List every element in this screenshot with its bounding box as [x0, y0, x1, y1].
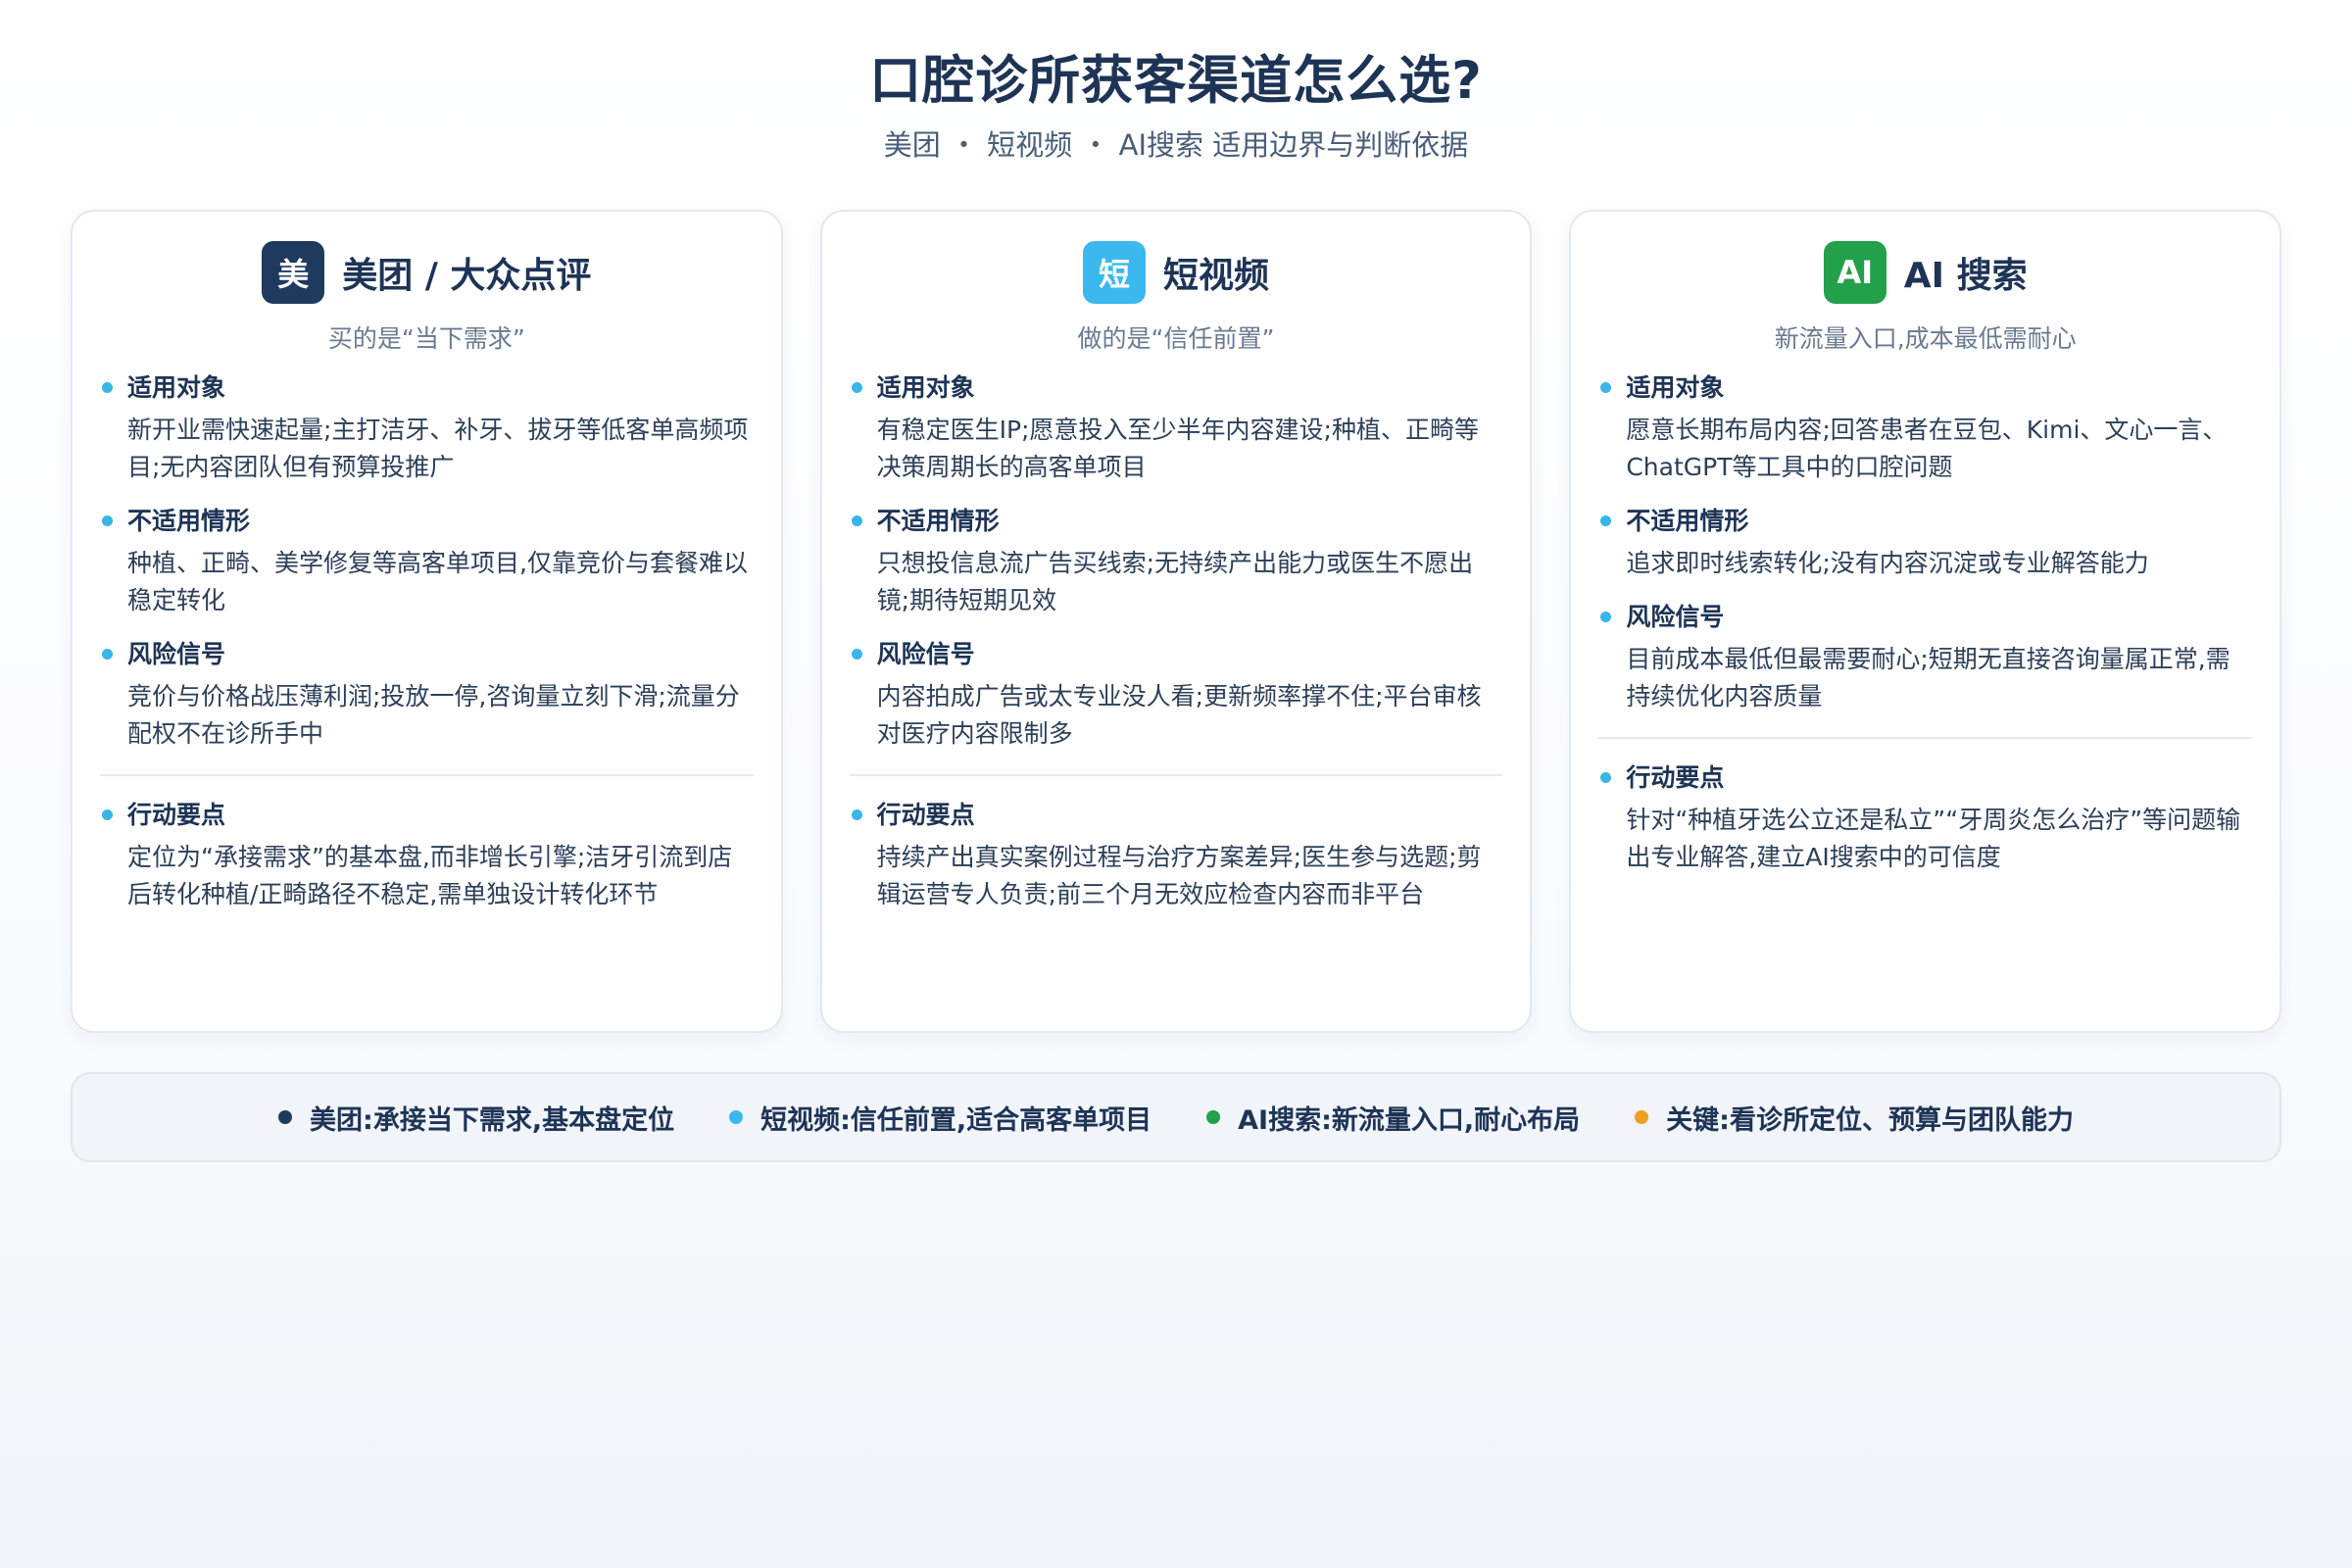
- section-title: 行动要点: [127, 801, 226, 829]
- section-text: 只想投信息流广告买线索;无持续产出能力或医生不愿出镜;期待短期见效: [876, 549, 1474, 614]
- card-subtitle: 做的是“信任前置”: [1077, 324, 1275, 353]
- bullet-icon: [851, 515, 862, 526]
- bullet-icon: [102, 515, 113, 526]
- page-title: 口腔诊所获客渠道怎么选?: [869, 51, 1483, 111]
- section-applicable: 适用对象 新开业需快速起量;主打洁牙、补牙、拔牙等低客单高频项目;无内容团队但有…: [100, 370, 754, 486]
- legend-dot-icon: [278, 1110, 293, 1124]
- section-applicable: 适用对象 有稳定医生IP;愿意投入至少半年内容建设;种植、正畸等决策周期长的高客…: [850, 370, 1503, 486]
- section-text: 竞价与价格战压薄利润;投放一停,咨询量立刻下滑;流量分配权不在诊所手中: [127, 682, 740, 748]
- legend-dot-icon: [1206, 1110, 1221, 1124]
- card-header: AI AI 搜索: [1598, 241, 2252, 304]
- legend-dot-icon: [1635, 1110, 1649, 1124]
- header: 口腔诊所获客渠道怎么选? 美团 ・ 短视频 ・ AI搜索 适用边界与判断依据: [0, 0, 2352, 165]
- bullet-icon: [1600, 382, 1612, 393]
- divider: [100, 774, 754, 776]
- bullet-icon: [851, 809, 862, 820]
- section-action: 行动要点 定位为“承接需求”的基本盘,而非增长引擎;洁牙引流到店后转化种植/正畸…: [100, 798, 754, 913]
- legend-item-meituan: 美团:承接当下需求,基本盘定位: [278, 1099, 674, 1137]
- channel-cards: 美 美团 / 大众点评 买的是“当下需求” 适用对象 新开业需快速起量;主打洁牙…: [71, 210, 2282, 1033]
- card-title: AI 搜索: [1903, 256, 2028, 296]
- section-risk: 风险信号 内容拍成广告或太专业没人看;更新频率撑不住;平台审核对医疗内容限制多: [850, 637, 1503, 753]
- card-title: 短视频: [1163, 256, 1270, 296]
- short-video-badge-icon: 短: [1083, 241, 1146, 304]
- meituan-badge-icon: 美: [262, 241, 325, 304]
- section-title: 不适用情形: [876, 507, 1000, 535]
- section-risk: 风险信号 竞价与价格战压薄利润;投放一停,咨询量立刻下滑;流量分配权不在诊所手中: [100, 637, 754, 753]
- section-text: 愿意长期布局内容;回答患者在豆包、Kimi、文心一言、ChatGPT等工具中的口…: [1626, 416, 2228, 481]
- section-title: 不适用情形: [127, 507, 251, 535]
- bullet-icon: [102, 809, 113, 820]
- section-text: 内容拍成广告或太专业没人看;更新频率撑不住;平台审核对医疗内容限制多: [876, 682, 1482, 748]
- legend-text: 美团:承接当下需求,基本盘定位: [310, 1104, 675, 1136]
- section-action: 行动要点 针对“种植牙选公立还是私立”“牙周炎怎么治疗”等问题输出专业解答,建立…: [1598, 760, 2252, 876]
- card-meituan: 美 美团 / 大众点评 买的是“当下需求” 适用对象 新开业需快速起量;主打洁牙…: [71, 210, 783, 1033]
- summary-legend: 美团:承接当下需求,基本盘定位 短视频:信任前置,适合高客单项目 AI搜索:新流…: [71, 1072, 2281, 1162]
- section-text: 有稳定医生IP;愿意投入至少半年内容建设;种植、正畸等决策周期长的高客单项目: [876, 416, 1479, 481]
- legend-dot-icon: [729, 1110, 744, 1124]
- section-text: 持续产出真实案例过程与治疗方案差异;医生参与选题;剪辑运营专人负责;前三个月无效…: [876, 843, 1482, 908]
- section-title: 适用对象: [1626, 373, 1725, 402]
- divider: [1598, 737, 2253, 739]
- card-header: 短 短视频: [850, 241, 1503, 304]
- card-header: 美 美团 / 大众点评: [100, 241, 754, 304]
- ai-badge-icon: AI: [1823, 241, 1886, 304]
- card-subtitle: 买的是“当下需求”: [327, 324, 525, 353]
- section-not-applicable: 不适用情形 只想投信息流广告买线索;无持续产出能力或医生不愿出镜;期待短期见效: [850, 504, 1503, 619]
- page: 口腔诊所获客渠道怎么选? 美团 ・ 短视频 ・ AI搜索 适用边界与判断依据 美…: [0, 0, 2352, 1568]
- bullet-icon: [851, 649, 862, 660]
- section-text: 针对“种植牙选公立还是私立”“牙周炎怎么治疗”等问题输出专业解答,建立AI搜索中…: [1626, 806, 2241, 871]
- section-applicable: 适用对象 愿意长期布局内容;回答患者在豆包、Kimi、文心一言、ChatGPT等…: [1598, 370, 2252, 486]
- legend-item-ai-search: AI搜索:新流量入口,耐心布局: [1206, 1099, 1580, 1137]
- section-text: 追求即时线索转化;没有内容沉淀或专业解答能力: [1626, 549, 2149, 577]
- section-title: 风险信号: [1626, 603, 1725, 631]
- section-text: 定位为“承接需求”的基本盘,而非增长引擎;洁牙引流到店后转化种植/正畸路径不稳定…: [127, 843, 733, 908]
- section-title: 行动要点: [1626, 763, 1725, 792]
- bullet-icon: [1600, 772, 1612, 783]
- card-ai-search: AI AI 搜索 新流量入口,成本最低需耐心 适用对象 愿意长期布局内容;回答患…: [1569, 210, 2282, 1033]
- card-short-video: 短 短视频 做的是“信任前置” 适用对象 有稳定医生IP;愿意投入至少半年内容建…: [819, 210, 1533, 1033]
- section-title: 行动要点: [876, 801, 975, 829]
- card-subtitle: 新流量入口,成本最低需耐心: [1774, 324, 2077, 353]
- bullet-icon: [851, 382, 862, 393]
- bullet-icon: [1600, 612, 1612, 622]
- bullet-icon: [1600, 515, 1612, 526]
- card-title: 美团 / 大众点评: [342, 256, 592, 296]
- page-subtitle: 美团 ・ 短视频 ・ AI搜索 适用边界与判断依据: [883, 128, 1469, 162]
- section-text: 目前成本最低但最需要耐心;短期无直接咨询量属正常,需持续优化内容质量: [1626, 645, 2230, 710]
- section-title: 适用对象: [876, 373, 975, 402]
- section-not-applicable: 不适用情形 追求即时线索转化;没有内容沉淀或专业解答能力: [1598, 504, 2252, 582]
- section-not-applicable: 不适用情形 种植、正畸、美学修复等高客单项目,仅靠竞价与套餐难以稳定转化: [100, 504, 754, 619]
- legend-text: 关键:看诊所定位、预算与团队能力: [1666, 1104, 2074, 1136]
- legend-text: 短视频:信任前置,适合高客单项目: [760, 1104, 1152, 1136]
- divider: [849, 774, 1503, 776]
- bullet-icon: [102, 382, 113, 393]
- section-risk: 风险信号 目前成本最低但最需要耐心;短期无直接咨询量属正常,需持续优化内容质量: [1598, 600, 2252, 715]
- section-title: 适用对象: [127, 373, 226, 402]
- section-title: 风险信号: [876, 640, 975, 668]
- bullet-icon: [102, 649, 113, 660]
- section-action: 行动要点 持续产出真实案例过程与治疗方案差异;医生参与选题;剪辑运营专人负责;前…: [850, 798, 1503, 913]
- section-title: 风险信号: [127, 640, 226, 668]
- legend-item-key: 关键:看诊所定位、预算与团队能力: [1635, 1099, 2074, 1137]
- section-text: 新开业需快速起量;主打洁牙、补牙、拔牙等低客单高频项目;无内容团队但有预算投推广: [127, 416, 749, 481]
- legend-item-short-video: 短视频:信任前置,适合高客单项目: [729, 1099, 1152, 1137]
- section-text: 种植、正畸、美学修复等高客单项目,仅靠竞价与套餐难以稳定转化: [127, 549, 748, 614]
- section-title: 不适用情形: [1626, 507, 1749, 535]
- legend-text: AI搜索:新流量入口,耐心布局: [1238, 1104, 1581, 1136]
